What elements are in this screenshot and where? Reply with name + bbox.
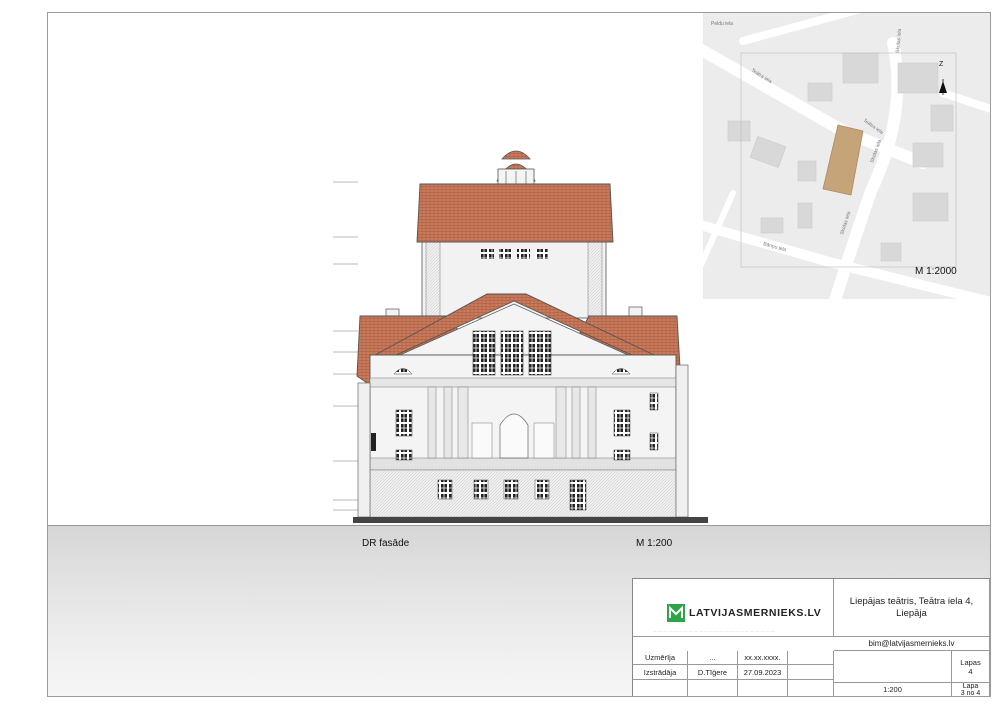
page-value: 3 no 4 xyxy=(960,689,981,697)
sign-cell-2 xyxy=(788,665,834,680)
drawing-scale-label: M 1:200 xyxy=(636,538,673,549)
scale-cell: 1:200 xyxy=(834,683,952,696)
role-cell-2: Izstrādāja xyxy=(633,665,688,680)
logo-mark-icon xyxy=(667,604,685,622)
logo-fine-print: — — — — — — — — — — — — — — — — — — — — … xyxy=(653,628,775,633)
company-logo: LATVIJASMERNIEKS.LV xyxy=(667,604,821,622)
blank-cell-b xyxy=(688,680,738,696)
location-map-graphic: Teātra iela Teātra iela Skolas iela Skol… xyxy=(703,13,990,299)
svg-text:Peldu iela: Peldu iela xyxy=(711,21,733,27)
blank-cell-d xyxy=(788,680,834,696)
map-scale-label: M 1:2000 xyxy=(915,266,957,277)
blank-cell-a xyxy=(633,680,688,696)
blank-cell-c xyxy=(738,680,788,696)
date-cell-1: xx.xx.xxxx. xyxy=(738,651,788,665)
sign-cell-1 xyxy=(788,651,834,665)
logo-text: LATVIJASMERNIEKS.LV xyxy=(689,607,822,619)
sheets-label: Lapas xyxy=(960,657,981,667)
email-cell: bim@latvijasmernieks.lv xyxy=(834,637,990,651)
level-markers xyxy=(333,181,358,511)
title-block: LATVIJASMERNIEKS.LV — — — — — — — — — — … xyxy=(632,578,990,697)
project-title-cell: Liepājas teātris, Teātra iela 4, Liepāja xyxy=(834,579,990,637)
drawing-name-cell xyxy=(834,651,952,683)
north-label: Z xyxy=(939,61,944,68)
name-cell-1: ... xyxy=(688,651,738,665)
role-cell-1: Uzmērīja xyxy=(633,651,688,665)
location-map: Teātra iela Teātra iela Skolas iela Skol… xyxy=(703,13,990,299)
page-label: Lapa xyxy=(962,682,979,690)
drawing-sheet: DR fasāde M 1:200 Teātra iela Teātra iel… xyxy=(47,12,991,697)
date-cell-2: 27.09.2023 xyxy=(738,665,788,680)
name-cell-2: D.Tīģere xyxy=(688,665,738,680)
sheets-cell: Lapas 4 xyxy=(952,651,990,683)
page-cell: Lapa 3 no 4 xyxy=(952,682,990,697)
sheets-count: 4 xyxy=(968,666,973,676)
facade-label: DR fasāde xyxy=(362,538,410,549)
